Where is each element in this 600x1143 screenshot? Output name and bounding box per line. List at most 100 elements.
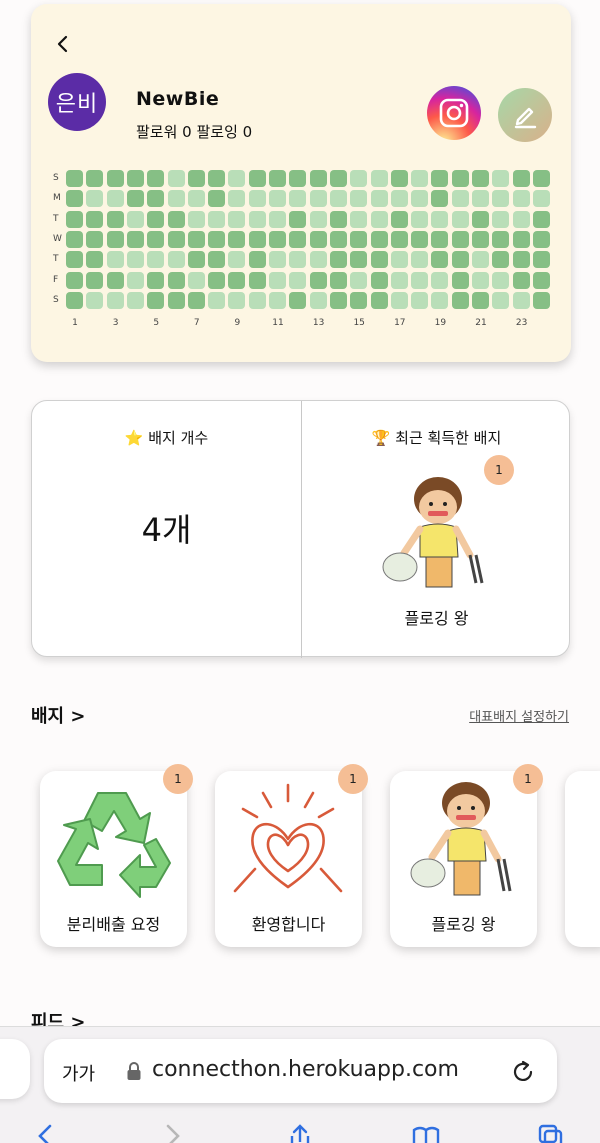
heatmap-cell	[289, 210, 307, 228]
heatmap-cell	[472, 230, 489, 248]
heatmap-cell	[532, 291, 550, 309]
heatmap-cell	[411, 190, 429, 208]
address-bar[interactable]: 가가 connecthon.herokuapp.com	[44, 1039, 557, 1103]
heatmap-cell	[411, 210, 429, 228]
heatmap-cell	[390, 251, 408, 269]
heatmap-week-label: 3	[112, 318, 119, 328]
badges-section-title[interactable]: 배지 >	[31, 702, 85, 728]
heatmap-cell	[472, 251, 489, 269]
heatmap-cell	[187, 170, 205, 187]
heatmap-cell	[532, 170, 550, 187]
heatmap-cell	[147, 170, 165, 187]
badge-card-partial[interactable]	[565, 771, 600, 947]
heatmap-cell	[106, 190, 124, 208]
forward-nav-icon[interactable]	[160, 1124, 188, 1143]
heatmap-cell	[329, 170, 347, 187]
heatmap-cell	[269, 291, 286, 309]
badge-card-welcome[interactable]: 1 환영합니다	[215, 764, 368, 947]
heatmap-cell	[370, 251, 388, 269]
heatmap-cell	[289, 291, 307, 309]
heatmap-cell	[248, 190, 266, 208]
heatmap-cell	[106, 291, 124, 309]
profile-card: 은비 NewBie 팔로워 0 팔로잉 0 S M T W T F S 1 3 5 7 9 11 13 15…	[31, 4, 571, 362]
heatmap-cell	[248, 170, 266, 187]
heatmap-cell	[350, 251, 368, 269]
text-size-button[interactable]: 가가	[62, 1060, 95, 1086]
heatmap-cell	[248, 271, 266, 289]
badge-card-plogging[interactable]: 1 플로깅 왕	[390, 764, 543, 947]
heatmap-cell	[167, 271, 185, 289]
heatmap-cell	[167, 190, 185, 208]
url-text[interactable]: connecthon.herokuapp.com	[152, 1057, 459, 1082]
activity-heatmap: S M T W T F S 1 3 5 7 9 11 13 15 17 19 21 23	[31, 4, 571, 362]
heart-hands-icon	[233, 783, 343, 893]
heatmap-cell	[329, 230, 347, 248]
heatmap-cell	[390, 291, 408, 309]
heatmap-week-label: 19	[434, 318, 447, 328]
heatmap-cell	[86, 210, 104, 228]
heatmap-cell	[309, 271, 327, 289]
heatmap-cell	[492, 210, 510, 228]
heatmap-cell	[228, 170, 246, 187]
heatmap-cell	[512, 291, 530, 309]
reload-icon[interactable]	[510, 1059, 536, 1085]
heatmap-cell	[289, 271, 307, 289]
bookmarks-icon[interactable]	[412, 1124, 440, 1143]
heatmap-cell	[147, 190, 165, 208]
heatmap-cell	[66, 271, 83, 289]
heatmap-cell	[309, 210, 327, 228]
heatmap-cell	[451, 271, 469, 289]
heatmap-cell	[147, 271, 165, 289]
heatmap-cell	[106, 170, 124, 187]
heatmap-cell	[532, 230, 550, 248]
stats-card: ⭐ 배지 개수 4개 🏆 최근 획득한 배지 1 플로깅 왕	[31, 400, 570, 658]
heatmap-cell	[350, 271, 368, 289]
heatmap-cell	[86, 251, 104, 269]
back-nav-icon[interactable]	[30, 1124, 58, 1143]
heatmap-cell	[126, 271, 144, 289]
heatmap-cell	[269, 230, 286, 248]
heatmap-day-label: T	[53, 254, 59, 265]
heatmap-cell	[492, 271, 510, 289]
share-icon[interactable]	[286, 1124, 314, 1143]
heatmap-cell	[228, 190, 246, 208]
heatmap-cell	[187, 210, 205, 228]
heatmap-day-label: S	[53, 294, 59, 305]
heatmap-cell	[411, 271, 429, 289]
badge-card-recycle[interactable]: 1 분리배출 요정	[40, 764, 193, 947]
heatmap-cell	[329, 271, 347, 289]
heatmap-cell	[187, 190, 205, 208]
heatmap-cell	[126, 210, 144, 228]
heatmap-cell	[431, 230, 449, 248]
heatmap-cell	[167, 230, 185, 248]
heatmap-cell	[492, 170, 510, 187]
heatmap-cell	[472, 271, 489, 289]
badge-count-welcome: 1	[338, 764, 368, 794]
heatmap-cell	[269, 210, 286, 228]
heatmap-cell	[451, 210, 469, 228]
heatmap-cell	[187, 271, 205, 289]
heatmap-cell	[106, 230, 124, 248]
heatmap-day-label: T	[53, 213, 59, 224]
heatmap-week-label: 1	[72, 318, 78, 328]
heatmap-cell	[208, 190, 226, 208]
heatmap-cell	[66, 251, 83, 269]
heatmap-cell	[329, 190, 347, 208]
heatmap-cell	[390, 210, 408, 228]
heatmap-cell	[289, 170, 307, 187]
tabs-icon[interactable]	[536, 1124, 564, 1143]
heatmap-cell	[208, 271, 226, 289]
heatmap-cell	[208, 230, 226, 248]
heatmap-cell	[309, 291, 327, 309]
heatmap-cell	[147, 251, 165, 269]
heatmap-cell	[350, 230, 368, 248]
heatmap-cell	[289, 251, 307, 269]
heatmap-cell	[370, 190, 388, 208]
heatmap-cell	[66, 291, 83, 309]
heatmap-day-label: M	[53, 193, 61, 204]
heatmap-cell	[350, 291, 368, 309]
heatmap-cell	[472, 291, 489, 309]
previous-tab[interactable]	[0, 1039, 30, 1099]
heatmap-cell	[411, 170, 429, 187]
set-representative-badge-link[interactable]: 대표배지 설정하기	[469, 706, 569, 725]
